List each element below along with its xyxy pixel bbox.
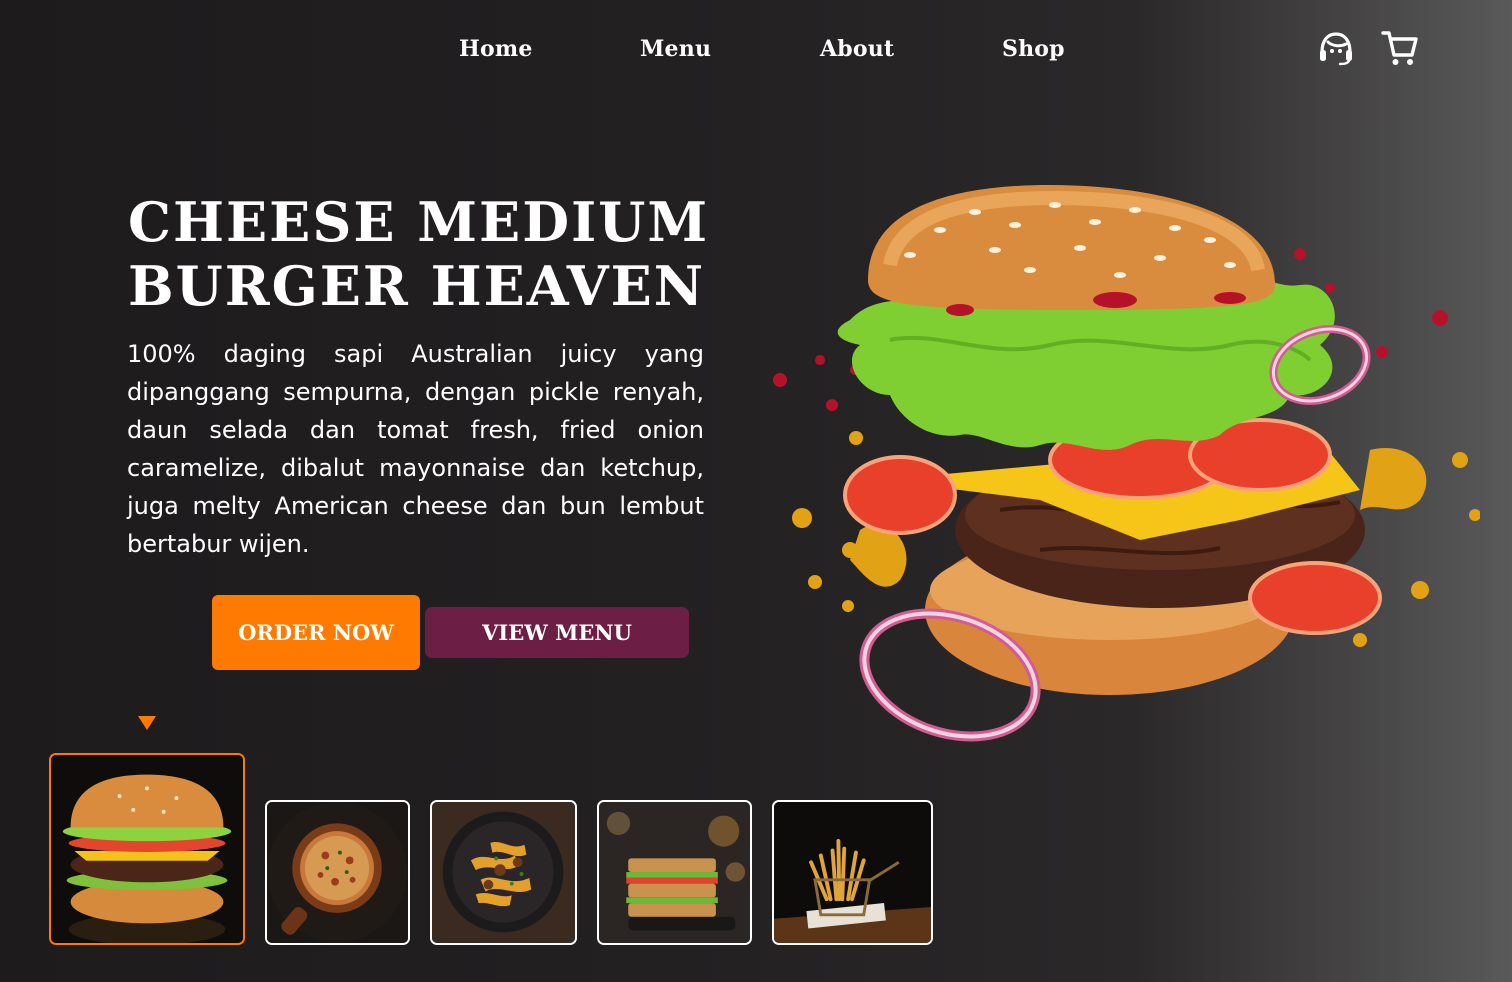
nav-link-menu[interactable]: Menu [640, 36, 711, 62]
order-now-button[interactable]: ORDER NOW [212, 595, 420, 670]
customer-support-icon[interactable] [1316, 28, 1356, 68]
thumbnail-fries[interactable] [772, 800, 933, 945]
active-thumbnail-indicator [138, 716, 156, 730]
thumbnail-burger[interactable] [49, 753, 245, 945]
hero-title-line-1: CHEESE MEDIUM [128, 190, 710, 254]
nav-link-shop[interactable]: Shop [1002, 36, 1065, 62]
view-menu-button[interactable]: VIEW MENU [425, 607, 689, 658]
flying-burger-image [760, 170, 1481, 750]
thumbnail-pasta[interactable] [430, 800, 577, 945]
thumbnail-pizza[interactable] [265, 800, 410, 945]
thumbnail-sandwich[interactable] [597, 800, 752, 945]
nav-link-about[interactable]: About [820, 36, 894, 62]
nav-link-home[interactable]: Home [459, 36, 533, 62]
hero-title-line-2: BURGER HEAVEN [128, 254, 706, 318]
hero-description: 100% daging sapi Australian juicy yang d… [127, 340, 704, 558]
shopping-cart-icon[interactable] [1380, 28, 1420, 68]
hero-title: CHEESE MEDIUM BURGER HEAVEN [128, 190, 748, 318]
